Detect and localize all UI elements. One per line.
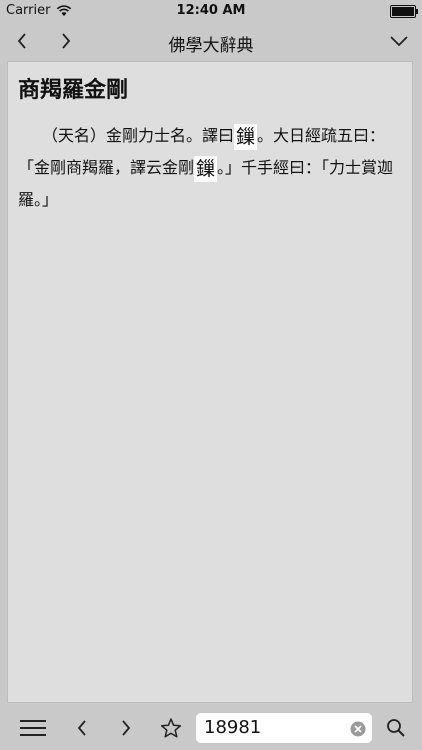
rare-glyph-2[interactable]: 鏁 (194, 155, 218, 182)
battery-icon (390, 5, 418, 18)
nav-bar: 佛學大辭典 (0, 22, 422, 60)
entry-body: （天名）金剛力士名。譯曰鏁。大日經疏五曰：「金剛商羯羅，譯云金剛鏁。」千手經曰：… (18, 120, 404, 216)
entry-panel: 商羯羅金剛 （天名）金剛力士名。譯曰鏁。大日經疏五曰：「金剛商羯羅，譯云金剛鏁。… (7, 61, 413, 703)
dropdown-button[interactable] (379, 22, 419, 60)
menu-button[interactable] (18, 709, 48, 747)
status-time: 12:40 AM (176, 3, 246, 18)
clear-icon[interactable] (350, 721, 366, 737)
status-bar: Carrier 12:40 AM (0, 0, 422, 22)
next-entry-button[interactable] (114, 709, 138, 747)
hamburger-icon (20, 720, 46, 736)
search-icon (387, 719, 405, 737)
rare-glyph-1[interactable]: 鏁 (234, 123, 258, 150)
search-input[interactable]: 18981 (196, 713, 372, 743)
bottom-toolbar: 18981 (0, 705, 422, 750)
chevron-left-icon (77, 720, 86, 736)
entry-title: 商羯羅金剛 (18, 78, 129, 103)
bookmark-button[interactable] (158, 709, 184, 747)
search-value: 18981 (204, 717, 262, 738)
prev-entry-button[interactable] (70, 709, 94, 747)
search-button[interactable] (383, 709, 409, 747)
star-icon (160, 718, 182, 738)
chevron-right-icon (122, 720, 131, 736)
entry-text-1: （天名）金剛力士名。譯曰 (42, 126, 235, 145)
nav-title: 佛學大辭典 (168, 36, 254, 56)
chevron-down-icon (390, 36, 408, 47)
